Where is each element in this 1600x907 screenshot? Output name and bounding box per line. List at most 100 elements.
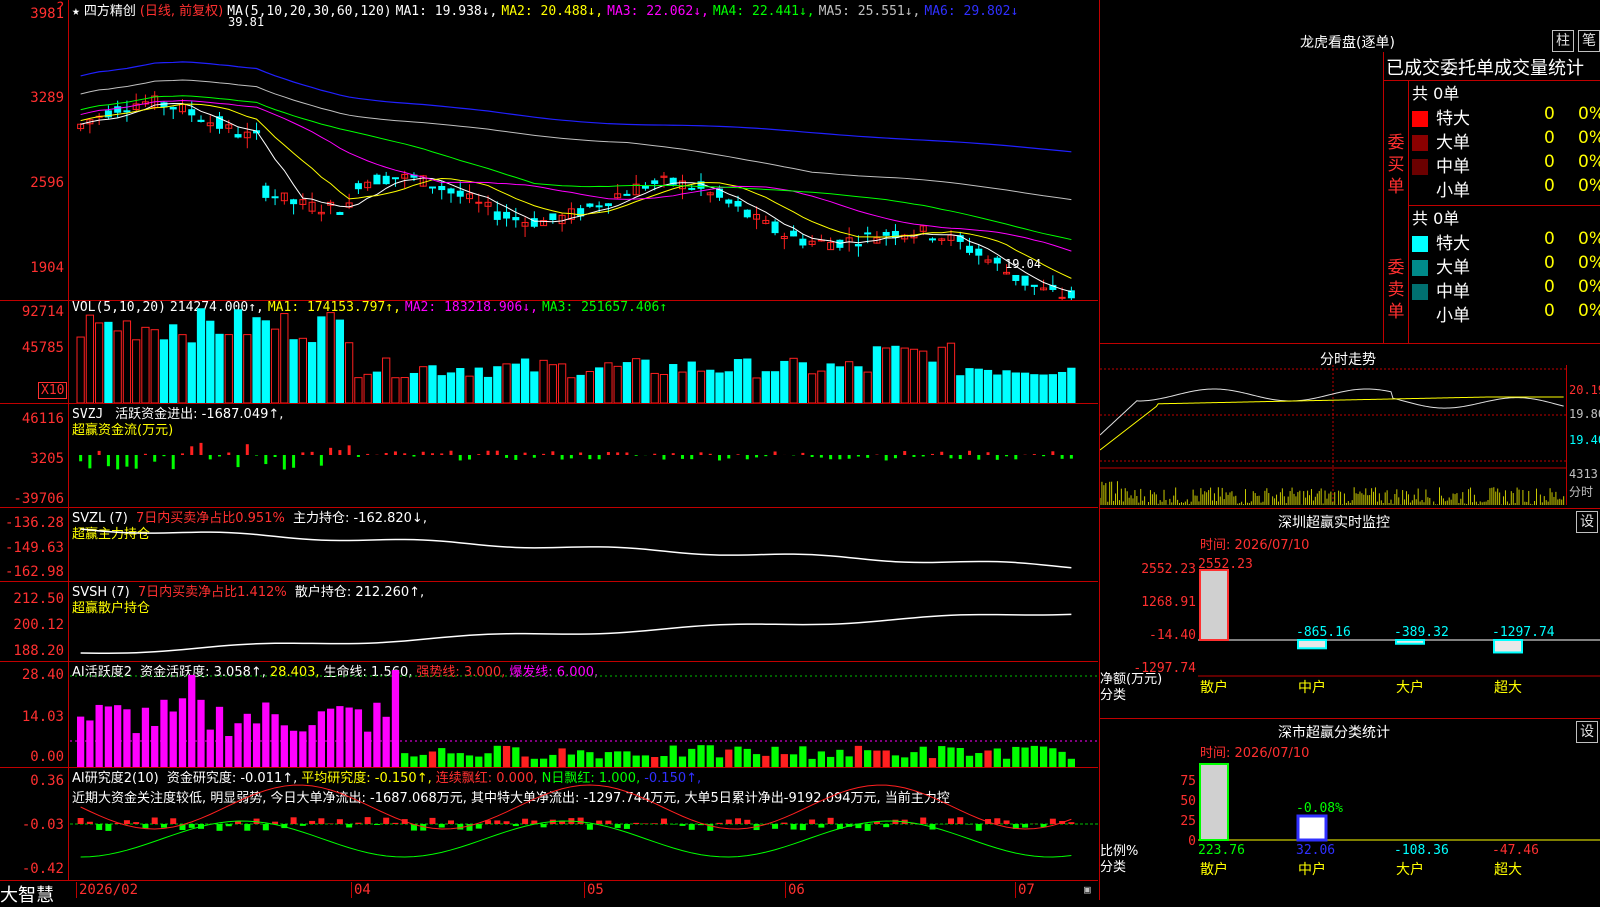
sz-monitor-settings-button[interactable]: 设 (1576, 511, 1598, 533)
category-label: 中户 (1298, 679, 1326, 696)
sell-rows: 特大00%大单00%中单00%小单00% (1412, 229, 1600, 325)
brand-label: 大智慧 (0, 881, 54, 907)
activity-bar (299, 731, 306, 767)
volume-bar (994, 375, 1001, 403)
activity-bar (614, 751, 621, 767)
menu-q-icon[interactable]: ? (56, 0, 64, 16)
category-label: 散户 (1200, 861, 1228, 878)
research-bar (142, 824, 148, 828)
activity-bar (234, 723, 241, 767)
volume-bar (151, 330, 158, 403)
volume-bar (346, 343, 353, 403)
activity-bar (77, 717, 84, 767)
activity-bar (151, 726, 158, 767)
research-bar (1050, 819, 1056, 824)
candle-body (448, 189, 454, 193)
ai-active-canvas[interactable] (70, 661, 1098, 767)
volume-bar (558, 364, 565, 403)
activity-bar (910, 752, 917, 767)
activity-bar (864, 750, 871, 767)
candle-body (235, 135, 241, 137)
activity-bar (308, 725, 315, 767)
net-flow-value: -865.16 (1296, 625, 1351, 640)
volume-bar (271, 329, 278, 403)
research-bar (818, 824, 824, 828)
candle-body (494, 212, 500, 220)
ai-research-pane[interactable]: 0.36 -0.03 -0.42 AI研究度2(10) 资金研究度: -0.01… (0, 767, 1098, 881)
candle-body (865, 233, 871, 234)
activity-bar (753, 754, 760, 767)
activity-bar (1049, 748, 1056, 767)
activity-bar (586, 752, 593, 767)
sz-monitor-chart[interactable]: 2552.23散户-865.16中户-389.32大户-1297.74超大 (1198, 558, 1600, 718)
ai-research-canvas[interactable] (70, 767, 1098, 880)
svzl-tick: -136.28 (5, 515, 64, 531)
order-pct: 0% (1578, 104, 1600, 124)
ai-active-axis: 28.40 14.03 0.00 (0, 661, 69, 767)
bar-mode-button[interactable]: 柱 (1552, 30, 1574, 52)
volume-bar (383, 358, 390, 403)
kline-canvas[interactable]: 39.81 19.04 (70, 0, 1098, 300)
svzj-canvas[interactable] (70, 403, 1098, 507)
net-flow-value: -389.32 (1394, 625, 1449, 640)
sz-class-chart[interactable]: -0.08%223.76散户32.06中户-108.36大户-47.46超大 (1198, 762, 1600, 900)
date-tick: 06 (785, 882, 805, 898)
research-bar (226, 824, 232, 826)
ai-research-tick: 0.36 (30, 773, 64, 789)
candle-body (1068, 291, 1074, 298)
volume-bar (1040, 375, 1047, 403)
buy-total: 共 0单 (1412, 80, 1459, 104)
volume-bar (401, 378, 408, 403)
volume-bar (262, 321, 269, 403)
candle-body (513, 218, 519, 220)
activity-bar (1012, 747, 1019, 767)
vol-tick: 45785 (22, 340, 64, 356)
date-tick: 05 (584, 882, 604, 898)
research-bar (217, 824, 223, 831)
research-bar (244, 824, 250, 831)
activity-bar (707, 745, 714, 767)
research-bar (920, 818, 926, 824)
vol-axis: 92714 45785 X10 (0, 300, 69, 403)
activity-bar (883, 750, 890, 767)
volume-bar (762, 372, 769, 403)
research-bar (587, 824, 593, 830)
candle-body (1022, 276, 1028, 285)
lock-icon[interactable]: ▣ (1084, 883, 1091, 896)
activity-bar (957, 748, 964, 767)
activity-bar (327, 709, 334, 767)
order-color-swatch (1412, 308, 1428, 324)
vol-pane[interactable]: 92714 45785 X10 VOL(5,10,20)214274.000↑,… (0, 300, 1098, 404)
intraday-tick: 19.80 (1569, 407, 1600, 421)
intraday-panel[interactable]: 分时走势 20.19 19.80 19.40 4313 分时 (1099, 343, 1600, 509)
activity-bar (207, 730, 214, 767)
research-bar (161, 824, 167, 828)
volume-bar (540, 360, 547, 403)
date-tick: 04 (351, 882, 371, 898)
volume-bar (336, 320, 343, 403)
kline-pane[interactable]: 3981 3289 2596 1904 ? ★四方精创(日线, 前复权)MA(5… (0, 0, 1098, 301)
volume-bar (188, 343, 195, 403)
svzj-pane[interactable]: 46116 3205 -39706 SVZJ 活跃资金进出: -1687.049… (0, 403, 1098, 508)
vol-canvas[interactable] (70, 300, 1098, 403)
intraday-canvas[interactable] (1100, 365, 1566, 505)
svzl-pane[interactable]: -136.28 -149.63 -162.98 SVZL (7) 7日内买卖净占… (0, 507, 1098, 582)
research-bar (652, 823, 658, 824)
activity-bar (716, 757, 723, 767)
activity-bar (938, 746, 945, 767)
svsh-pane[interactable]: 212.50 200.12 188.20 SVSH (7) 7日内买卖净占比1.… (0, 581, 1098, 662)
volume-bar (771, 372, 778, 403)
volume-bar (892, 346, 899, 403)
ai-research-axis: 0.36 -0.03 -0.42 (0, 767, 69, 880)
sz-class-settings-button[interactable]: 设 (1576, 721, 1598, 743)
order-color-swatch (1412, 236, 1428, 252)
activity-bar (697, 745, 704, 767)
order-count: 0 (1544, 128, 1555, 148)
net-flow-value: -1297.74 (1492, 625, 1555, 640)
net-flow-bar (1494, 640, 1522, 652)
order-color-swatch (1412, 284, 1428, 300)
tick-mode-button[interactable]: 笔 (1578, 30, 1600, 52)
svzl-canvas[interactable] (70, 507, 1098, 581)
svsh-canvas[interactable] (70, 581, 1098, 661)
ai-active-pane[interactable]: 28.40 14.03 0.00 AI活跃度2 资金活跃度: 3.058↑,28… (0, 661, 1098, 768)
